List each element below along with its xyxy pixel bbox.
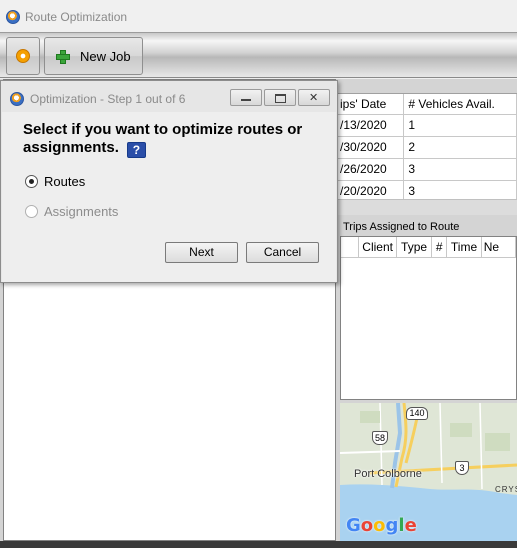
run-button[interactable]: [6, 37, 40, 75]
column-header-select[interactable]: [341, 237, 360, 258]
maximize-button[interactable]: [264, 89, 296, 106]
table-row[interactable]: /30/2020 2: [336, 136, 517, 159]
prompt-text: Select if you want to optimize routes or…: [23, 121, 303, 156]
column-header-vehicles[interactable]: # Vehicles Avail.: [403, 94, 517, 115]
google-logo: Google: [346, 515, 417, 536]
optimization-dialog: Optimization - Step 1 out of 6 Select if…: [0, 80, 338, 283]
radio-assignments[interactable]: [25, 205, 38, 218]
window-title: Route Optimization: [25, 10, 128, 24]
close-button[interactable]: [298, 89, 330, 106]
next-button[interactable]: Next: [165, 242, 238, 263]
highway-shield-140: 140: [406, 407, 428, 420]
cell-date: /30/2020: [336, 136, 405, 159]
table-row[interactable]: /26/2020 3: [336, 158, 517, 181]
map-partial-label: CRYS: [495, 485, 517, 494]
dialog-title: Optimization - Step 1 out of 6: [30, 92, 186, 106]
minimize-button[interactable]: [230, 89, 262, 106]
vehicles-grid[interactable]: ips' Date # Vehicles Avail. /13/2020 1 /…: [336, 93, 517, 203]
cell-vehicles: 2: [403, 136, 517, 159]
new-job-button[interactable]: New Job: [44, 37, 143, 75]
dialog-prompt: Select if you want to optimize routes or…: [23, 121, 323, 158]
horizontal-scrollbar[interactable]: [336, 199, 517, 215]
highway-shield-3: 3: [455, 461, 469, 475]
cell-date: /26/2020: [336, 158, 405, 181]
column-header-time[interactable]: Time: [446, 237, 482, 258]
plus-icon: [56, 50, 70, 64]
dialog-logo-icon: [10, 92, 24, 106]
cell-vehicles: 3: [403, 158, 517, 181]
grid-header-row: ips' Date # Vehicles Avail.: [336, 94, 517, 115]
column-header-date[interactable]: ips' Date: [336, 94, 405, 115]
option-routes-label: Routes: [44, 174, 86, 189]
column-header-type[interactable]: Type: [396, 237, 433, 258]
toolbar: New Job: [0, 32, 517, 78]
title-bar: Route Optimization: [0, 0, 517, 32]
map-view[interactable]: 140 58 3 Port Colborne CRYS Google: [340, 403, 517, 542]
taskbar-strip: [0, 541, 517, 548]
trips-header-row: Client Type # Time Ne: [341, 237, 516, 258]
highway-shield-58: 58: [372, 431, 388, 445]
column-header-new[interactable]: Ne: [481, 237, 516, 258]
app-logo-icon: [6, 10, 20, 24]
table-row[interactable]: /13/2020 1: [336, 114, 517, 137]
cancel-button[interactable]: Cancel: [246, 242, 319, 263]
column-header-number[interactable]: #: [431, 237, 448, 258]
cell-date: /13/2020: [336, 114, 405, 137]
option-assignments-label: Assignments: [44, 204, 119, 219]
radio-routes[interactable]: [25, 175, 38, 188]
trips-grid[interactable]: Client Type # Time Ne: [340, 236, 517, 400]
new-job-label: New Job: [80, 49, 131, 64]
run-icon: [16, 49, 30, 63]
map-city-label: Port Colborne: [354, 468, 422, 480]
cell-vehicles: 1: [403, 114, 517, 137]
trips-panel-label: Trips Assigned to Route: [343, 221, 460, 233]
help-icon[interactable]: ?: [126, 142, 146, 158]
column-header-client[interactable]: Client: [358, 237, 398, 258]
